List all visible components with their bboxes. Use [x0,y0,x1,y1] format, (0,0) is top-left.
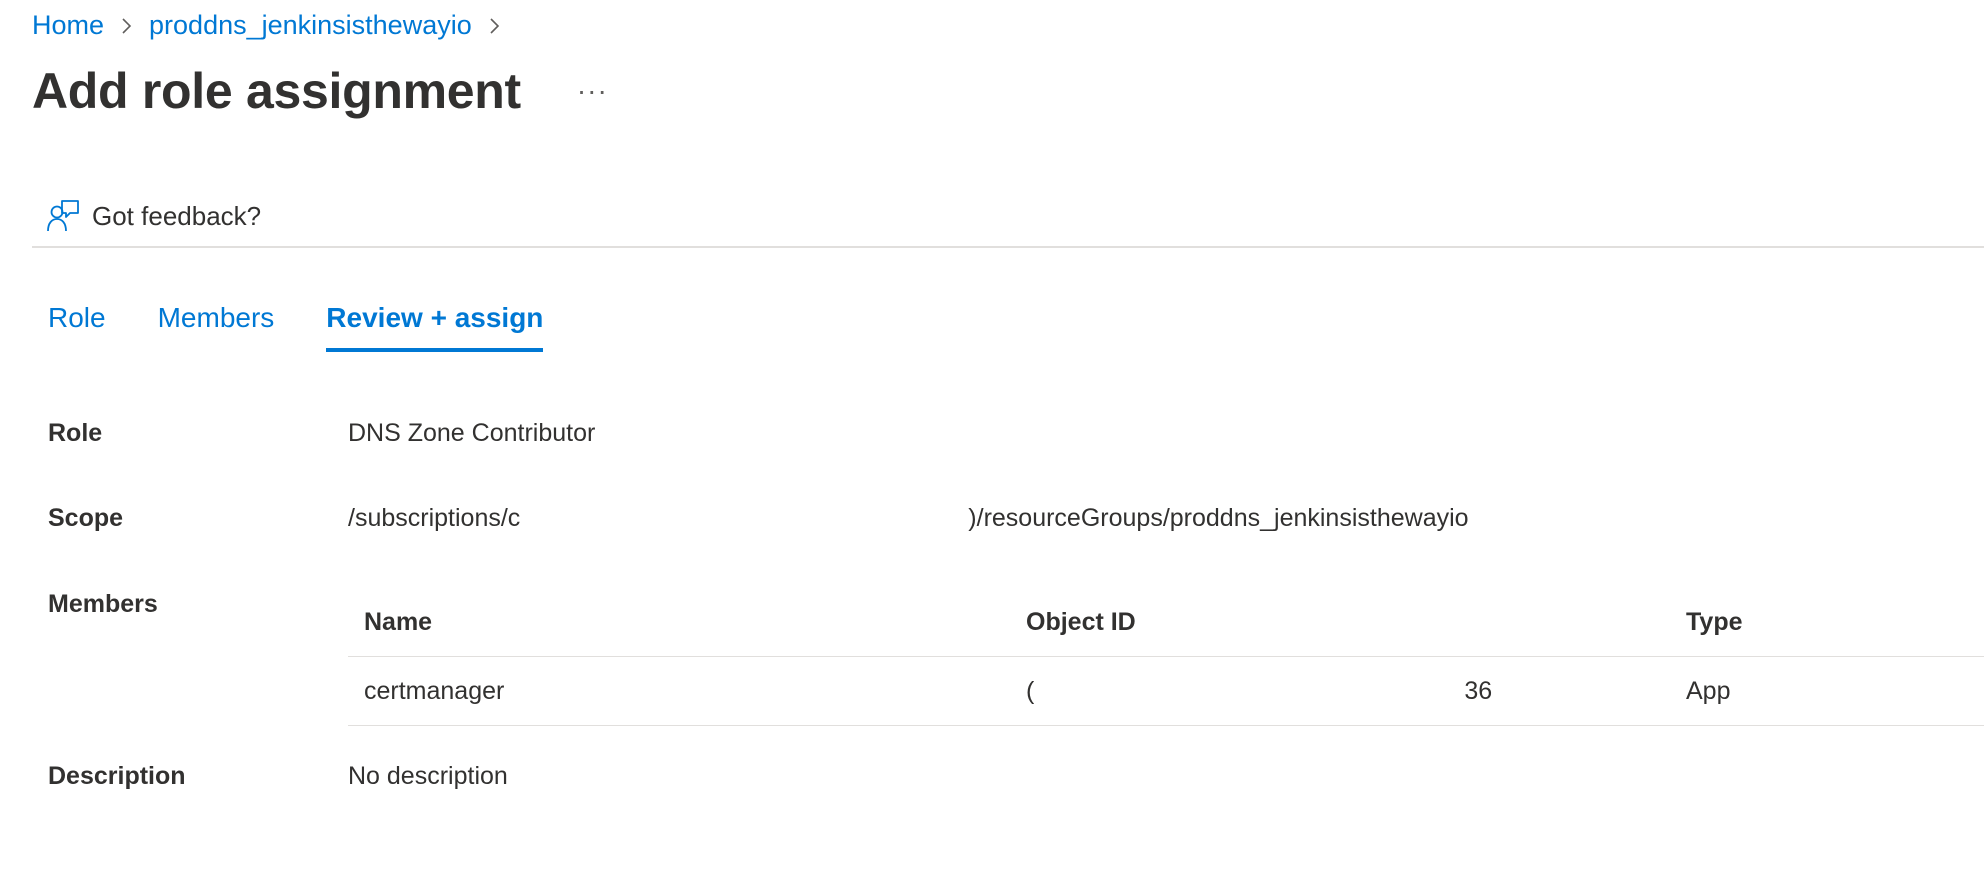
breadcrumb-home-link[interactable]: Home [32,10,104,41]
scope-redaction [520,504,969,534]
description-value: No description [348,762,508,790]
chevron-right-icon [121,17,132,35]
feedback-button[interactable]: Got feedback? [46,199,261,233]
breadcrumb: Home proddns_jenkinsisthewayio [32,10,517,41]
tab-members[interactable]: Members [158,302,275,352]
table-row: certmanager ( 36 App [348,657,1984,726]
scope-value-start: /subscriptions/c [348,504,521,532]
tab-review-assign[interactable]: Review + assign [326,302,544,352]
member-name: certmanager [364,677,505,705]
column-header-type: Type [1686,608,1743,636]
feedback-person-icon [46,199,80,233]
more-options-button[interactable]: ··· [571,73,614,109]
object-id-start: ( [1026,677,1035,705]
description-label: Description [48,762,186,790]
members-label: Members [48,590,158,618]
member-type: App [1686,677,1731,705]
object-id-redaction [1034,677,1465,707]
tab-role[interactable]: Role [48,302,106,352]
feedback-label: Got feedback? [92,200,262,231]
page-title: Add role assignment [32,63,521,119]
role-label: Role [48,419,103,447]
scope-label: Scope [48,504,124,532]
title-row: Add role assignment ··· [32,62,614,120]
members-table: Name Object ID Type certmanager ( 36 App [348,596,1984,726]
table-header: Name Object ID Type [348,596,1984,657]
column-header-name: Name [364,608,433,636]
wizard-tabs: Role Members Review + assign [48,302,595,352]
object-id-end: 36 [1464,677,1493,705]
scope-value-end: )/resourceGroups/proddns_jenkinsistheway… [968,504,1469,532]
member-object-id: ( 36 [1026,677,1492,707]
role-value: DNS Zone Contributor [348,419,596,447]
command-bar: Got feedback? [32,186,1984,248]
column-header-object-id: Object ID [1026,608,1136,636]
scope-value: /subscriptions/c )/resourceGroups/proddn… [348,504,1469,534]
breadcrumb-resource-group-link[interactable]: proddns_jenkinsisthewayio [149,10,472,41]
chevron-right-icon [489,17,500,35]
